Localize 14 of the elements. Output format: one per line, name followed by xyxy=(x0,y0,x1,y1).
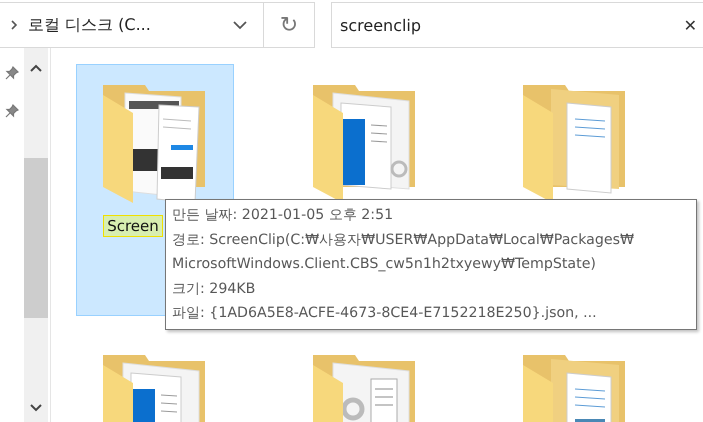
dropdown-caret-icon[interactable] xyxy=(233,20,247,30)
chevron-right-icon xyxy=(10,19,18,31)
search-field[interactable]: screenclip ✕ xyxy=(331,2,703,48)
scroll-up-icon[interactable] xyxy=(30,64,42,72)
scrollbar[interactable] xyxy=(24,48,48,422)
scrollbar-thumb[interactable] xyxy=(24,158,48,318)
scroll-down-icon[interactable] xyxy=(30,404,42,412)
pin-icon[interactable] xyxy=(5,66,19,80)
address-path: 로컬 디스크 (C... xyxy=(28,14,152,36)
refresh-button[interactable]: ↻ xyxy=(264,2,315,48)
pin-icon[interactable] xyxy=(5,104,19,118)
folder-name-highlight: Screen xyxy=(103,215,163,237)
address-bar[interactable]: 로컬 디스크 (C... xyxy=(0,2,264,48)
clear-search-button[interactable]: ✕ xyxy=(684,16,697,34)
